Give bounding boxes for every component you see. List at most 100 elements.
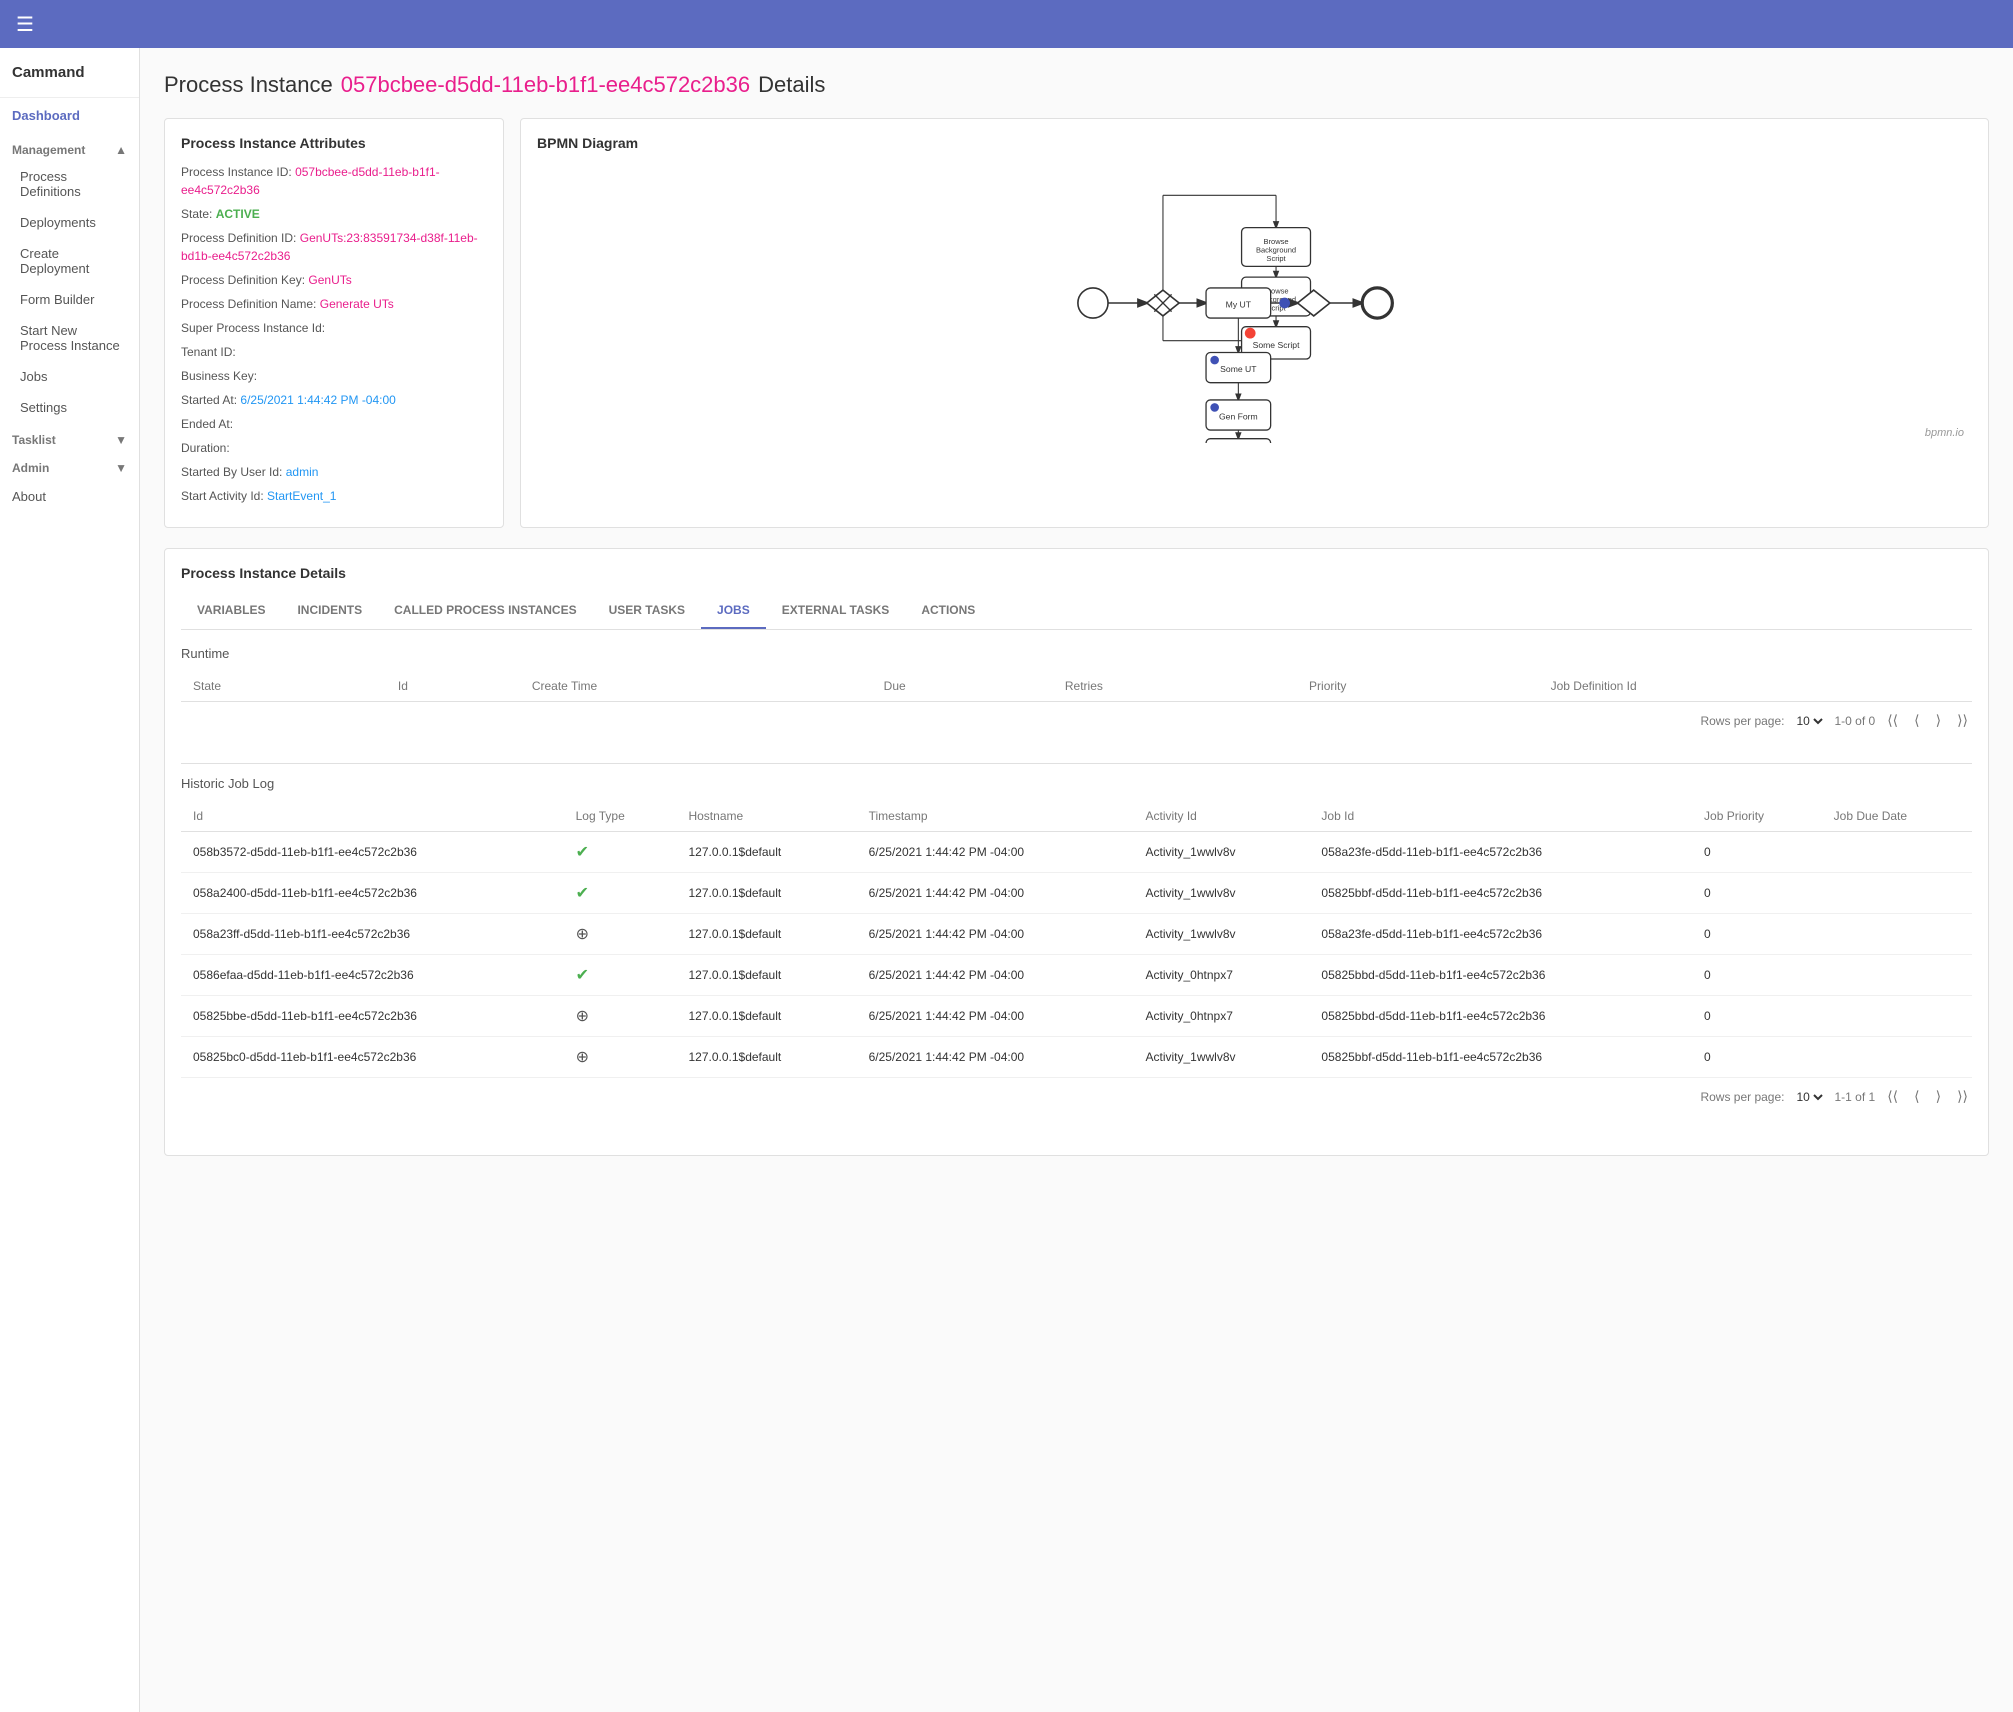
sidebar-item-create-deployment[interactable]: Create Deployment	[0, 238, 139, 284]
cell-timestamp: 6/25/2021 1:44:42 PM -04:00	[857, 914, 1134, 955]
created-icon: ⊕	[576, 1049, 589, 1066]
runtime-prev-page-btn[interactable]: ⟨	[1910, 710, 1923, 731]
runtime-col-id: Id	[386, 671, 520, 702]
sidebar-section-tasklist: Tasklist ▼	[0, 423, 139, 451]
runtime-title: Runtime	[181, 646, 1972, 661]
tab-user-tasks[interactable]: USER TASKS	[593, 593, 701, 629]
title-prefix: Process Instance	[164, 72, 333, 98]
bpmn-panel: BPMN Diagram	[520, 118, 1989, 528]
sidebar-item-dashboard[interactable]: Dashboard	[0, 98, 139, 133]
cell-log-type: ⊕	[564, 1037, 677, 1078]
attr-started-at: Started At: 6/25/2021 1:44:42 PM -04:00	[181, 391, 487, 409]
title-id: 057bcbee-d5dd-11eb-b1f1-ee4c572c2b36	[341, 72, 750, 98]
runtime-rows-per-page-select[interactable]: 10 25 50	[1792, 713, 1826, 729]
tab-actions[interactable]: ACTIONS	[905, 593, 991, 629]
cell-hostname: 127.0.0.1$default	[676, 1037, 856, 1078]
table-row: 058a2400-d5dd-11eb-b1f1-ee4c572c2b36 ✔ 1…	[181, 873, 1972, 914]
runtime-col-job-definition-id: Job Definition Id	[1539, 671, 1972, 702]
sidebar-item-start-new-process-instance[interactable]: Start New Process Instance	[0, 315, 139, 361]
cell-job-due-date	[1822, 996, 1972, 1037]
historic-last-page-btn[interactable]: ⟩⟩	[1953, 1086, 1972, 1107]
attr-start-activity: Start Activity Id: StartEvent_1	[181, 487, 487, 505]
historic-col-hostname: Hostname	[676, 801, 856, 832]
runtime-first-page-btn[interactable]: ⟨⟨	[1883, 710, 1902, 731]
sidebar-item-form-builder[interactable]: Form Builder	[0, 284, 139, 315]
success-icon: ✔	[576, 967, 589, 984]
details-section: Process Instance Details VARIABLES INCID…	[164, 548, 1989, 1156]
svg-text:Gen Form: Gen Form	[1219, 411, 1258, 421]
svg-text:Some Script: Some Script	[1253, 340, 1300, 350]
cell-id: 058a23ff-d5dd-11eb-b1f1-ee4c572c2b36	[181, 914, 564, 955]
sidebar-item-deployments[interactable]: Deployments	[0, 207, 139, 238]
historic-col-job-id: Job Id	[1309, 801, 1692, 832]
success-icon: ✔	[576, 885, 589, 902]
topbar: ☰	[0, 0, 2013, 48]
top-section: Process Instance Attributes Process Inst…	[164, 118, 1989, 528]
historic-pagination-info: 1-1 of 1	[1834, 1090, 1875, 1104]
cell-job-id: 058a23fe-d5dd-11eb-b1f1-ee4c572c2b36	[1309, 832, 1692, 873]
historic-title: Historic Job Log	[181, 776, 1972, 791]
historic-rows-per-page-select[interactable]: 10 25 50	[1792, 1089, 1826, 1105]
bpmn-diagram: Browse Background Script Browse Backgrou…	[537, 163, 1972, 443]
tab-called-process-instances[interactable]: CALLED PROCESS INSTANCES	[378, 593, 592, 629]
runtime-col-priority: Priority	[1297, 671, 1539, 702]
attr-ended-at: Ended At:	[181, 415, 487, 433]
menu-icon[interactable]: ☰	[16, 12, 34, 37]
cell-job-priority: 0	[1692, 955, 1822, 996]
historic-next-page-btn[interactable]: ⟩	[1932, 1086, 1945, 1107]
sidebar-item-about[interactable]: About	[0, 479, 139, 514]
tabs: VARIABLES INCIDENTS CALLED PROCESS INSTA…	[181, 593, 1972, 630]
historic-prev-page-btn[interactable]: ⟨	[1910, 1086, 1923, 1107]
runtime-table-section: Runtime State Id Create Time Due Retries…	[181, 646, 1972, 739]
cell-log-type: ✔	[564, 832, 677, 873]
tab-jobs[interactable]: JOBS	[701, 593, 766, 629]
sidebar-item-process-definitions[interactable]: Process Definitions	[0, 161, 139, 207]
cell-timestamp: 6/25/2021 1:44:42 PM -04:00	[857, 1037, 1134, 1078]
runtime-next-page-btn[interactable]: ⟩	[1932, 710, 1945, 731]
cell-timestamp: 6/25/2021 1:44:42 PM -04:00	[857, 996, 1134, 1037]
cell-job-priority: 0	[1692, 996, 1822, 1037]
cell-job-due-date	[1822, 1037, 1972, 1078]
historic-table-section: Historic Job Log Id Log Type Hostname Ti…	[181, 776, 1972, 1115]
runtime-col-state: State	[181, 671, 386, 702]
cell-log-type: ✔	[564, 873, 677, 914]
cell-log-type: ⊕	[564, 996, 677, 1037]
cell-job-due-date	[1822, 832, 1972, 873]
runtime-pagination: Rows per page: 10 25 50 1-0 of 0 ⟨⟨ ⟨ ⟩ …	[181, 702, 1972, 739]
page-title: Process Instance 057bcbee-d5dd-11eb-b1f1…	[164, 72, 1989, 98]
svg-text:Some UT: Some UT	[1220, 364, 1257, 374]
cell-id: 0586efaa-d5dd-11eb-b1f1-ee4c572c2b36	[181, 955, 564, 996]
attr-super-process: Super Process Instance Id:	[181, 319, 487, 337]
historic-pagination: Rows per page: 10 25 50 1-1 of 1 ⟨⟨ ⟨ ⟩ …	[181, 1078, 1972, 1115]
cell-job-due-date	[1822, 914, 1972, 955]
tab-incidents[interactable]: INCIDENTS	[281, 593, 378, 629]
tab-external-tasks[interactable]: EXTERNAL TASKS	[766, 593, 906, 629]
bpmn-title: BPMN Diagram	[537, 135, 1972, 151]
historic-col-log-type: Log Type	[564, 801, 677, 832]
tab-variables[interactable]: VARIABLES	[181, 593, 281, 629]
cell-activity-id: Activity_0htnpx7	[1133, 955, 1309, 996]
cell-job-id: 058a23fe-d5dd-11eb-b1f1-ee4c572c2b36	[1309, 914, 1692, 955]
cell-log-type: ⊕	[564, 914, 677, 955]
attr-process-instance-id: Process Instance ID: 057bcbee-d5dd-11eb-…	[181, 163, 487, 199]
historic-col-job-priority: Job Priority	[1692, 801, 1822, 832]
cell-activity-id: Activity_1wwlv8v	[1133, 873, 1309, 914]
cell-hostname: 127.0.0.1$default	[676, 832, 856, 873]
runtime-last-page-btn[interactable]: ⟩⟩	[1953, 710, 1972, 731]
sidebar-section-management: Management ▲	[0, 133, 139, 161]
table-row: 058b3572-d5dd-11eb-b1f1-ee4c572c2b36 ✔ 1…	[181, 832, 1972, 873]
created-icon: ⊕	[576, 926, 589, 943]
cell-id: 05825bbe-d5dd-11eb-b1f1-ee4c572c2b36	[181, 996, 564, 1037]
historic-first-page-btn[interactable]: ⟨⟨	[1883, 1086, 1902, 1107]
runtime-col-retries: Retries	[1053, 671, 1297, 702]
cell-activity-id: Activity_1wwlv8v	[1133, 914, 1309, 955]
sidebar-item-jobs[interactable]: Jobs	[0, 361, 139, 392]
cell-job-priority: 0	[1692, 914, 1822, 955]
cell-log-type: ✔	[564, 955, 677, 996]
attributes-panel: Process Instance Attributes Process Inst…	[164, 118, 504, 528]
attr-started-by-user: Started By User Id: admin	[181, 463, 487, 481]
sidebar-item-settings[interactable]: Settings	[0, 392, 139, 423]
svg-text:Script: Script	[1266, 254, 1286, 263]
sidebar-brand: Cammand	[0, 48, 139, 98]
table-row: 05825bc0-d5dd-11eb-b1f1-ee4c572c2b36 ⊕ 1…	[181, 1037, 1972, 1078]
